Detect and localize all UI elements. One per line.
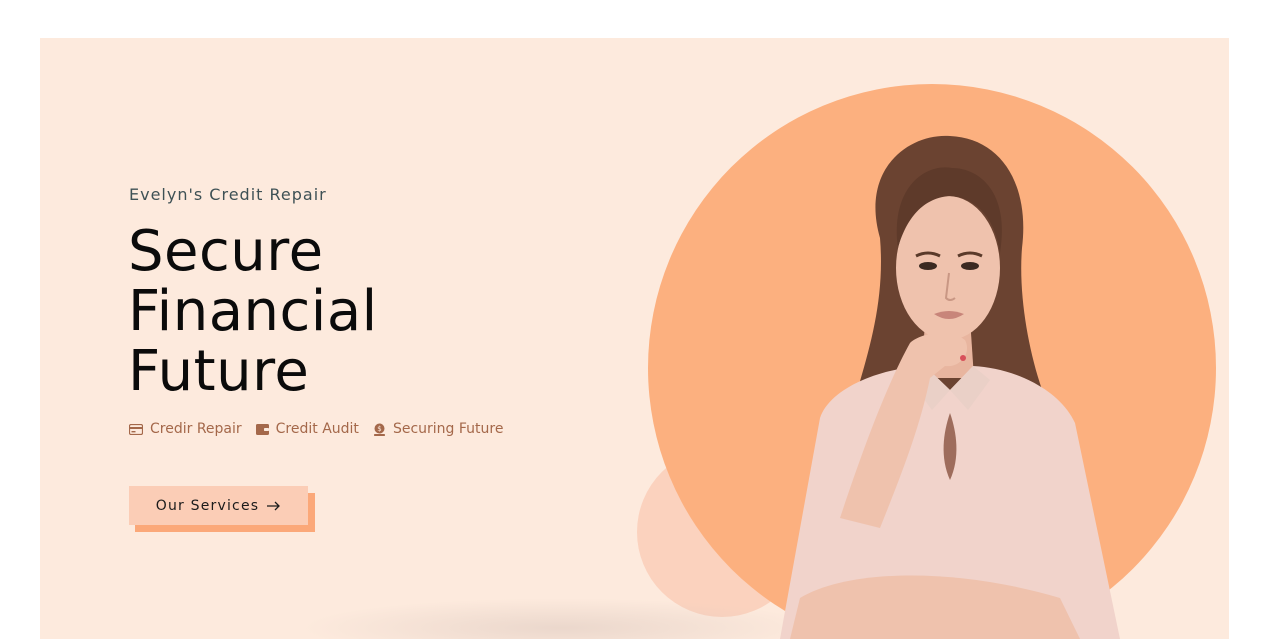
woman-portrait-image: [780, 135, 1120, 639]
wallet-icon: [255, 424, 269, 435]
feature-label: Credit Audit: [275, 421, 359, 437]
cta-container: Our Services: [129, 486, 315, 532]
credit-card-icon: [129, 423, 143, 435]
feature-item-credit-audit: Credit Audit: [255, 421, 359, 437]
headline-line-2: Financial: [128, 279, 378, 344]
svg-text:$: $: [377, 425, 381, 433]
page-title: Secure Financial Future: [128, 222, 378, 402]
headline-line-3: Future: [128, 339, 310, 404]
feature-item-securing-future: $ Securing Future: [373, 421, 504, 437]
piggy-coin-icon: $: [373, 423, 385, 436]
feature-label: Securing Future: [392, 421, 504, 437]
feature-label: Credir Repair: [150, 421, 242, 437]
our-services-button[interactable]: Our Services: [129, 486, 308, 525]
feature-list: Credir Repair Credit Audit $ Securing Fu…: [129, 421, 503, 437]
decorative-shadow: [300, 598, 820, 639]
headline-line-1: Secure: [128, 219, 324, 284]
cta-label: Our Services: [155, 497, 260, 514]
hero-section: Evelyn's Credit Repair Secure Financial …: [40, 38, 1229, 639]
arrow-right-icon: [267, 501, 281, 510]
brand-kicker: Evelyn's Credit Repair: [129, 185, 327, 204]
feature-item-credit-repair: Credir Repair: [129, 421, 242, 437]
